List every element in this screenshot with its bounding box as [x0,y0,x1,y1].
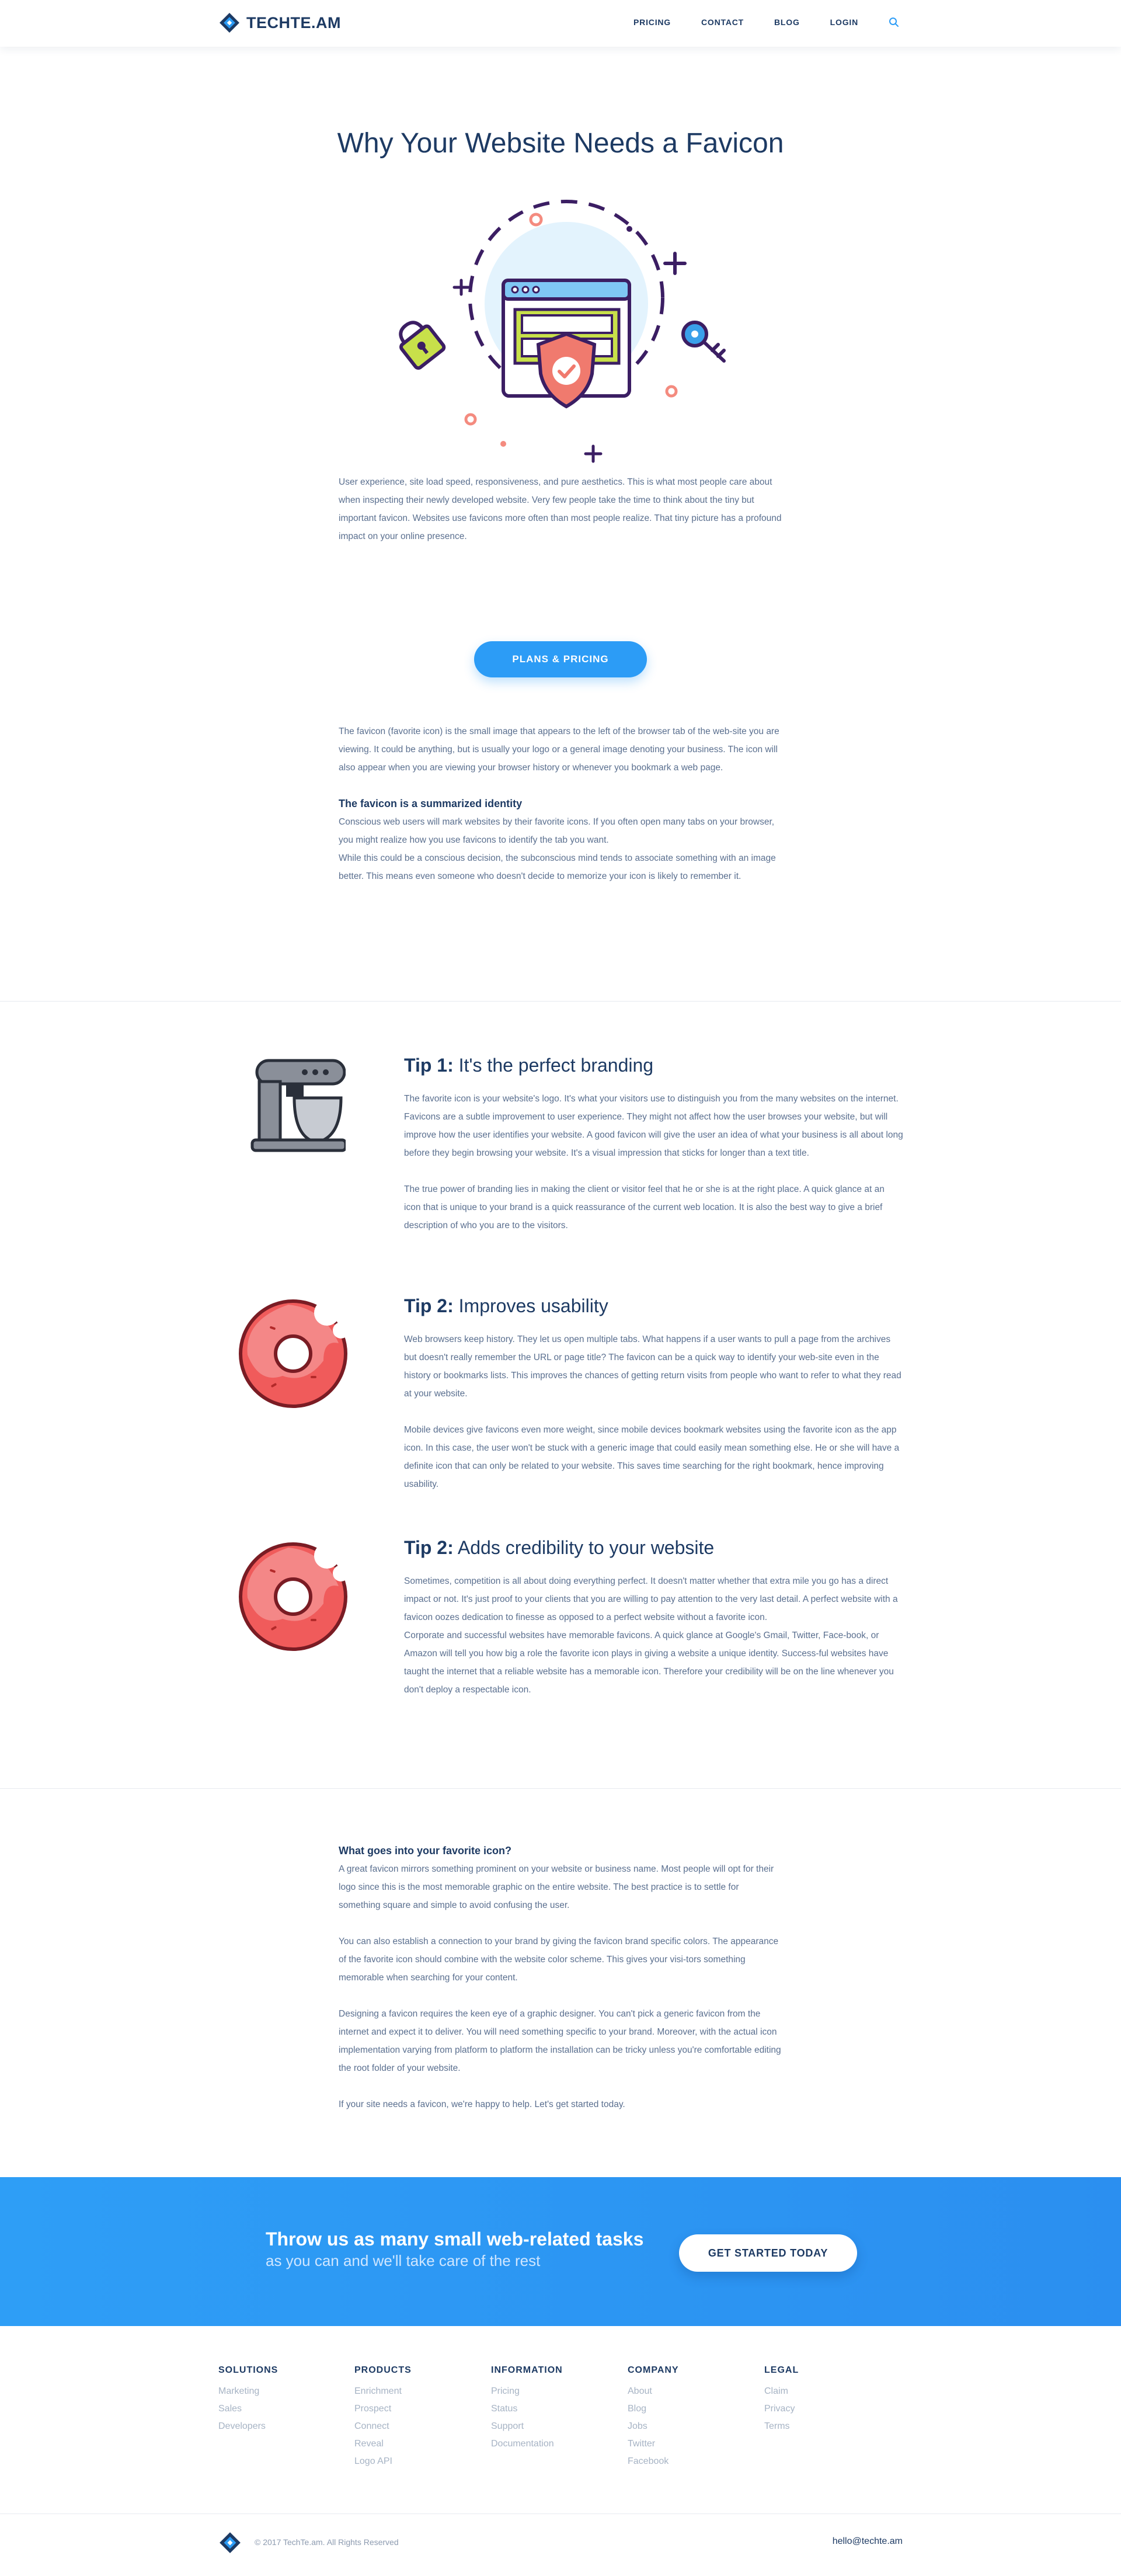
footer-link[interactable]: Claim [764,2383,799,2400]
donut-icon [239,1542,349,1651]
tip-3-paragraph-2: Corporate and successful websites have m… [404,1631,894,1695]
what-goes-paragraph-2: You can also establish a connection to y… [339,1937,779,1983]
footer-col-products: PRODUCTS Enrichment Prospect Connect Rev… [354,2365,412,2470]
copyright-text: © 2017 TechTe.am. All Rights Reserved [255,2537,399,2547]
tip-3-paragraph-1: Sometimes, competition is all about doin… [404,1576,898,1622]
tip-1-paragraph-2: The true power of branding lies in makin… [404,1184,885,1230]
footer-link[interactable]: Sales [218,2400,278,2418]
footer-heading: COMPANY [628,2365,679,2375]
what-goes-paragraph-1: A great favicon mirrors something promin… [339,1864,774,1910]
tip-1-body: The favorite icon is your website's logo… [404,1090,903,1253]
footer-link[interactable]: Documentation [491,2435,563,2453]
main-nav: PRICING CONTACT BLOG LOGIN [633,17,899,27]
footer-link[interactable]: Reveal [354,2435,412,2453]
footer-link[interactable]: Connect [354,2418,412,2435]
footer-col-information: INFORMATION Pricing Status Support Docum… [491,2365,563,2453]
footer-heading: SOLUTIONS [218,2365,278,2375]
footer-link[interactable]: Terms [764,2418,799,2435]
footer-link[interactable]: Status [491,2400,563,2418]
identity-paragraph-2: While this could be a conscious decision… [339,853,776,881]
footer-logo-icon[interactable] [218,2531,242,2554]
hero-illustration [399,200,726,463]
tip-2-body: Web browsers keep history. They let us o… [404,1330,903,1511]
tip-1-label: Tip 1: [404,1055,454,1076]
nav-pricing[interactable]: PRICING [633,18,671,27]
identity-paragraph-1: Conscious web users will mark websites b… [339,817,775,845]
tip-1-title: Tip 1: It's the perfect branding [404,1055,653,1076]
tip-3-heading: Adds credibility to your website [457,1537,715,1558]
intro-block: User experience, site load speed, respon… [339,473,782,564]
tip-2-label: Tip 2: [404,1295,454,1316]
tip-2-paragraph-1: Web browsers keep history. They let us o… [404,1334,901,1399]
favicon-definition: The favicon (favorite icon) is the small… [339,726,779,773]
page-title: Why Your Website Needs a Favicon [337,128,784,159]
footer-link[interactable]: Prospect [354,2400,412,2418]
what-goes-paragraph-3: Designing a favicon requires the keen ey… [339,2009,781,2073]
footer-link[interactable]: Blog [628,2400,679,2418]
favicon-explanation: The favicon (favorite icon) is the small… [339,722,782,885]
footer-link[interactable]: Jobs [628,2418,679,2435]
footer-link[interactable]: About [628,2383,679,2400]
footer-col-legal: LEGAL Claim Privacy Terms [764,2365,799,2435]
footer-link[interactable]: Support [491,2418,563,2435]
footer-link[interactable]: Enrichment [354,2383,412,2400]
tip-3-title: Tip 2: Adds credibility to your website [404,1537,714,1559]
cta-subtitle: as you can and we'll take care of the re… [266,2252,541,2269]
footer-link[interactable]: Logo API [354,2453,412,2470]
footer-col-company: COMPANY About Blog Jobs Twitter Facebook [628,2365,679,2470]
cta-title: Throw us as many small web-related tasks [266,2229,644,2250]
footer-link[interactable]: Pricing [491,2383,563,2400]
footer-link[interactable]: Facebook [628,2453,679,2470]
section-divider [0,1001,1121,1002]
donut-icon [239,1299,349,1408]
footer-link[interactable]: Marketing [218,2383,278,2400]
logo[interactable]: TECHTE.AM [218,12,341,34]
contact-email-link[interactable]: hello@techte.am [833,2536,903,2547]
tip-2-title: Tip 2: Improves usability [404,1295,608,1317]
search-icon[interactable] [889,17,899,27]
key-icon [681,321,726,363]
site-header: TECHTE.AM PRICING CONTACT BLOG LOGIN [0,0,1121,47]
what-goes-paragraph-4: If your site needs a favicon, we're happ… [339,2099,625,2109]
plans-pricing-button[interactable]: PLANS & PRICING [474,641,647,677]
tip-1-heading: It's the perfect branding [458,1055,654,1076]
tip-3-body: Sometimes, competition is all about doin… [404,1572,903,1699]
footer-col-solutions: SOLUTIONS Marketing Sales Developers [218,2365,278,2435]
footer-link[interactable]: Twitter [628,2435,679,2453]
logo-icon [220,13,239,33]
identity-heading: The favicon is a summarized identity [339,798,523,809]
footer-link[interactable]: Privacy [764,2400,799,2418]
padlock-icon [399,321,446,370]
what-goes-section: What goes into your favorite icon? A gre… [339,1842,782,2132]
tip-2-heading: Improves usability [458,1295,608,1316]
nav-blog[interactable]: BLOG [774,18,800,27]
get-started-button[interactable]: GET STARTED TODAY [679,2234,857,2272]
footer-heading: INFORMATION [491,2365,563,2375]
tip-1-paragraph-1: The favorite icon is your website's logo… [404,1094,903,1158]
mixer-icon [250,1059,346,1152]
section-divider [0,1788,1121,1789]
logo-text: TECHTE.AM [246,13,341,32]
intro-paragraph: User experience, site load speed, respon… [339,477,782,541]
nav-contact[interactable]: CONTACT [701,18,744,27]
footer-link[interactable]: Developers [218,2418,278,2435]
what-goes-heading: What goes into your favorite icon? [339,1845,512,1857]
footer-heading: LEGAL [764,2365,799,2375]
tip-2-paragraph-2: Mobile devices give favicons even more w… [404,1425,900,1489]
nav-login[interactable]: LOGIN [830,18,858,27]
cta-banner: Throw us as many small web-related tasks… [0,2177,1121,2326]
footer-heading: PRODUCTS [354,2365,412,2375]
tip-3-label: Tip 2: [404,1537,454,1558]
